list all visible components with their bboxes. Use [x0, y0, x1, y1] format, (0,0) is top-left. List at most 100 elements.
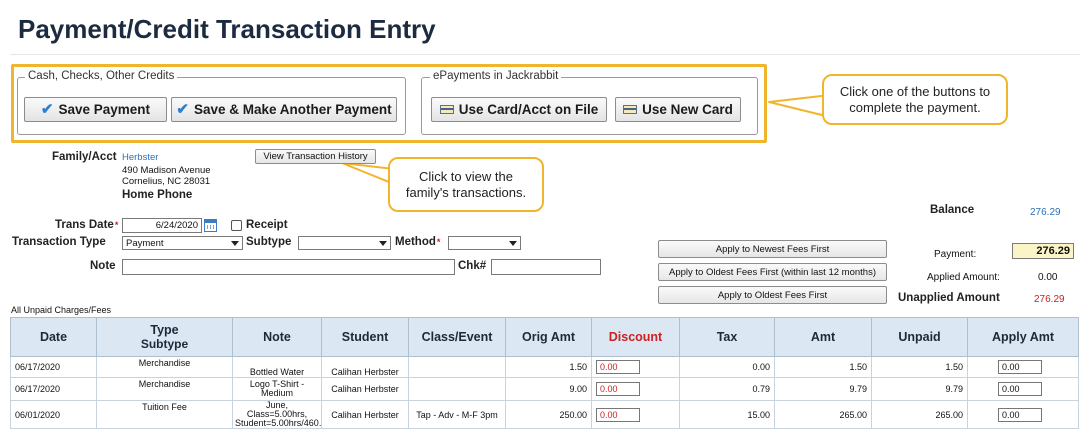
cell-type: Merchandise [96, 377, 233, 401]
cell-date: 06/17/2020 [10, 377, 97, 401]
balance-value[interactable]: 276.29 [1030, 207, 1061, 218]
view-transaction-history-button[interactable]: View Transaction History [255, 149, 376, 164]
table-row: 06/17/2020 Merchandise Logo T-Shirt - Me… [10, 377, 1079, 401]
balance-label: Balance [930, 204, 975, 216]
col-type-label: Type [150, 323, 179, 337]
col-type-subtype: Type Subtype [96, 317, 233, 357]
apply-amount-input[interactable]: 0.00 [998, 407, 1042, 422]
payment-amount-input[interactable]: 276.29 [1012, 243, 1074, 259]
col-discount: Discount [591, 317, 680, 357]
cell-tax: 0.79 [679, 377, 775, 401]
cell-type: Merchandise [96, 356, 233, 378]
required-mark: * [114, 220, 119, 230]
discount-input[interactable]: 0.00 [596, 360, 640, 374]
cell-discount: 0.00 [591, 400, 680, 429]
payment-label: Payment: [934, 249, 977, 260]
col-apply-amt: Apply Amt [967, 317, 1079, 357]
discount-input[interactable]: 0.00 [596, 382, 640, 396]
col-orig-amt: Orig Amt [505, 317, 592, 357]
transaction-type-label: Transaction Type [12, 236, 106, 248]
method-label: Method* [395, 236, 440, 248]
cell-note: June, Class=5.00hrs, Student=5.00hrs/460… [232, 400, 322, 429]
unpaid-charges-caption: All Unpaid Charges/Fees [11, 305, 112, 315]
method-select[interactable] [448, 236, 521, 250]
calendar-icon[interactable] [204, 219, 217, 232]
col-tax: Tax [679, 317, 775, 357]
trans-date-label: Trans Date* [55, 219, 118, 231]
cell-apply-amt: 0.00 [967, 356, 1079, 378]
table-row: 06/01/2020 Tuition Fee June, Class=5.00h… [10, 400, 1079, 429]
callout-buttons: Click one of the buttons to complete the… [822, 74, 1008, 125]
cell-note: Bottled Water [232, 356, 322, 378]
cell-type: Tuition Fee [96, 400, 233, 429]
cell-unpaid: 9.79 [871, 377, 968, 401]
cell-orig-amt: 250.00 [505, 400, 592, 429]
cell-date: 06/17/2020 [10, 356, 97, 378]
transaction-type-select[interactable]: Payment [122, 236, 243, 250]
discount-input[interactable]: 0.00 [596, 407, 640, 422]
apply-oldest-button[interactable]: Apply to Oldest Fees First [658, 286, 887, 304]
applied-amount-label: Applied Amount: [927, 272, 1000, 283]
method-label-text: Method [395, 236, 436, 248]
cell-discount: 0.00 [591, 377, 680, 401]
col-unpaid: Unpaid [871, 317, 968, 357]
cell-tax: 15.00 [679, 400, 775, 429]
cell-student: Calihan Herbster [321, 400, 409, 429]
trans-date-input[interactable]: 6/24/2020 [122, 218, 202, 233]
cell-amt: 1.50 [774, 356, 872, 378]
cell-tax: 0.00 [679, 356, 775, 378]
applied-amount-value: 0.00 [1038, 272, 1058, 283]
cell-unpaid: 265.00 [871, 400, 968, 429]
col-subtype-label: Subtype [140, 337, 189, 351]
cell-orig-amt: 9.00 [505, 377, 592, 401]
callout-arrow-history [341, 162, 395, 185]
cell-orig-amt: 1.50 [505, 356, 592, 378]
cell-note: Logo T-Shirt - Medium [232, 377, 322, 401]
home-phone-label: Home Phone [122, 189, 193, 201]
chevron-down-icon [509, 240, 517, 246]
family-acct-label: Family/Acct [52, 151, 117, 163]
family-address-line2: Cornelius, NC 28031 [122, 176, 211, 187]
apply-amount-input[interactable]: 0.00 [998, 360, 1042, 374]
cell-class: Tap - Adv - M-F 3pm [408, 400, 506, 429]
cell-apply-amt: 0.00 [967, 377, 1079, 401]
col-class: Class/Event [408, 317, 506, 357]
table-header-row: Date Type Subtype Note Student Class/Even… [10, 317, 1079, 357]
cell-date: 06/01/2020 [10, 400, 97, 429]
subtype-select[interactable] [298, 236, 391, 250]
receipt-label: Receipt [246, 219, 288, 231]
note-label: Note [90, 260, 116, 272]
cell-student: Calihan Herbster [321, 356, 409, 378]
required-mark: * [436, 237, 441, 247]
apply-newest-button[interactable]: Apply to Newest Fees First [658, 240, 887, 258]
col-note: Note [232, 317, 322, 357]
cell-apply-amt: 0.00 [967, 400, 1079, 429]
subtype-label: Subtype [246, 236, 292, 248]
receipt-checkbox[interactable] [231, 220, 242, 231]
cell-class [408, 356, 506, 378]
col-date: Date [10, 317, 97, 357]
chevron-down-icon [379, 240, 387, 246]
cell-amt: 265.00 [774, 400, 872, 429]
cell-discount: 0.00 [591, 356, 680, 378]
col-amt: Amt [774, 317, 872, 357]
chk-label: Chk# [458, 260, 487, 272]
col-student: Student [321, 317, 409, 357]
unapplied-amount-value: 276.29 [1034, 294, 1065, 305]
cell-amt: 9.79 [774, 377, 872, 401]
trans-date-label-text: Trans Date [55, 219, 114, 231]
cell-unpaid: 1.50 [871, 356, 968, 378]
apply-amount-input[interactable]: 0.00 [998, 382, 1042, 396]
callout-arrow-buttons [768, 94, 831, 118]
apply-oldest-12-months-button[interactable]: Apply to Oldest Fees First (within last … [658, 263, 887, 281]
family-name-link[interactable]: Herbster [122, 152, 158, 163]
table-row: 06/17/2020 Merchandise Bottled Water Cal… [10, 356, 1079, 378]
check-number-input[interactable] [491, 259, 601, 275]
cell-student: Calihan Herbster [321, 377, 409, 401]
unpaid-charges-table: Date Type Subtype Note Student Class/Even… [10, 317, 1079, 429]
cell-class [408, 377, 506, 401]
transaction-type-value: Payment [126, 237, 164, 249]
unapplied-amount-label: Unapplied Amount [898, 292, 1000, 304]
family-address-line1: 490 Madison Avenue [122, 165, 211, 176]
note-input[interactable] [122, 259, 455, 275]
